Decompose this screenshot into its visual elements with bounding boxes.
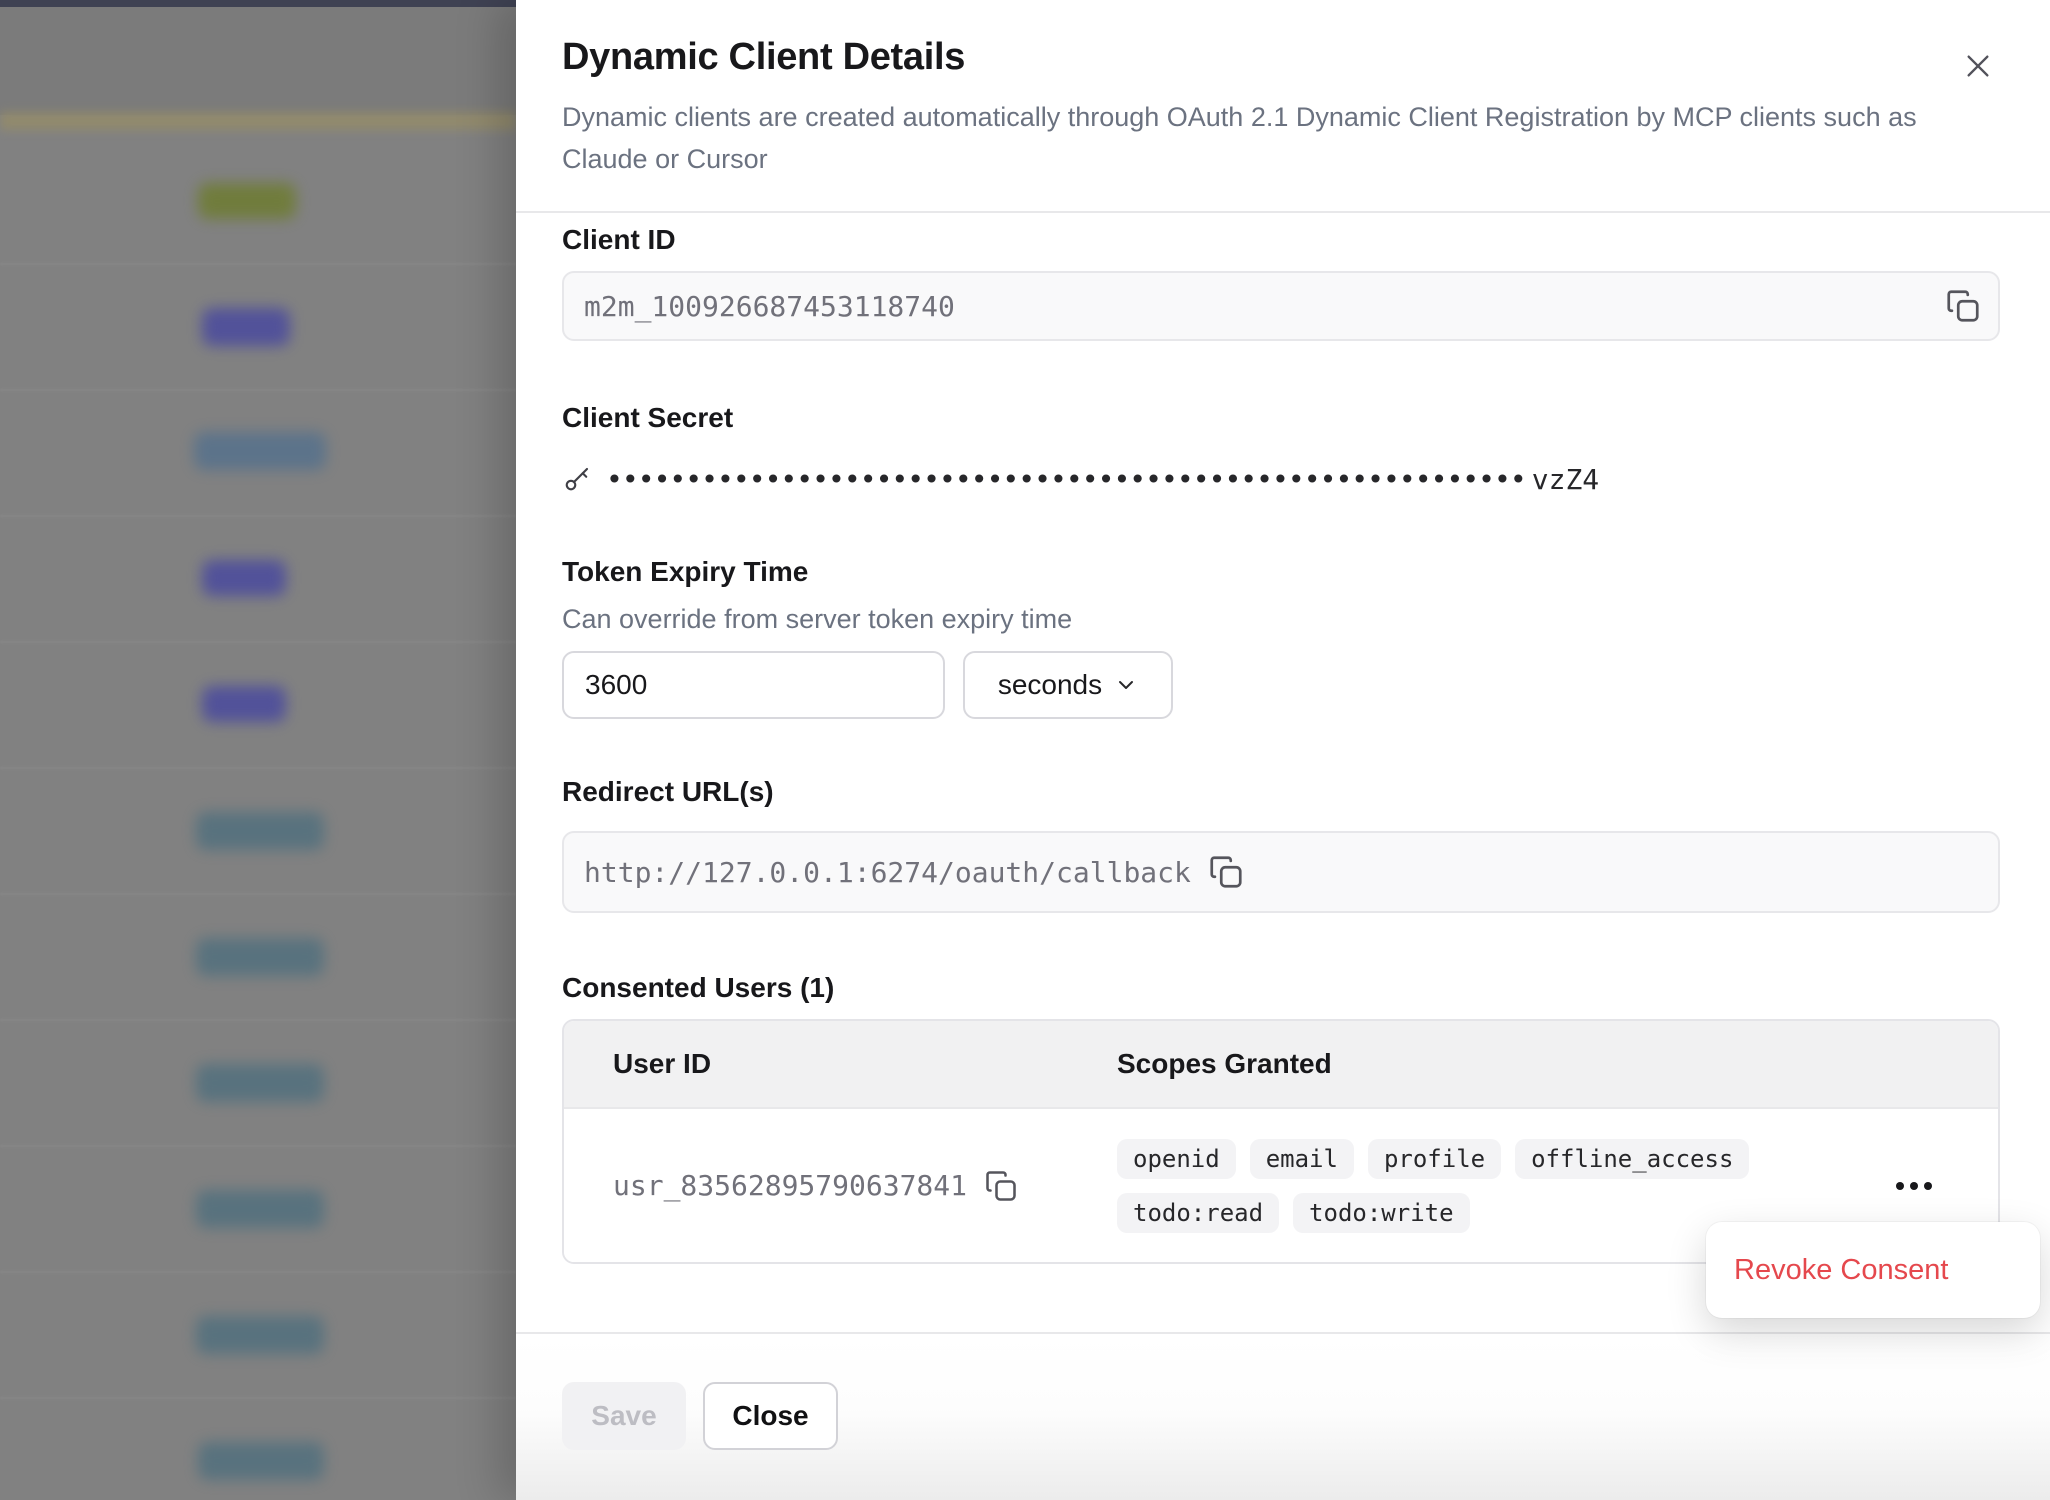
revoke-consent-menu-item[interactable]: Revoke Consent xyxy=(1734,1254,1948,1287)
client-id-label: Client ID xyxy=(562,223,2000,257)
token-expiry-label: Token Expiry Time xyxy=(562,555,2000,589)
blurred-row-divider xyxy=(0,893,516,895)
key-icon xyxy=(562,464,592,494)
scope-chip: offline_access xyxy=(1515,1139,1749,1179)
ellipsis-icon xyxy=(1896,1182,1904,1190)
blurred-row-divider xyxy=(0,1019,516,1021)
modal-description: Dynamic clients are created automaticall… xyxy=(562,96,1942,180)
modal-title: Dynamic Client Details xyxy=(562,34,2000,80)
copy-user-id-button[interactable] xyxy=(983,1168,1019,1204)
client-secret-suffix: vzZ4 xyxy=(1532,463,1599,496)
copy-icon xyxy=(983,1168,1019,1204)
table-header: User ID Scopes Granted xyxy=(564,1021,1998,1109)
blurred-row-divider xyxy=(0,389,516,391)
row-actions-menu-button[interactable] xyxy=(1888,1174,1940,1198)
blurred-row-divider xyxy=(0,515,516,517)
consented-users-label: Consented Users (1) xyxy=(562,971,2000,1005)
modal-header: Dynamic Client Details Dynamic clients a… xyxy=(516,0,2050,213)
copy-icon xyxy=(1207,853,1245,891)
blurred-row-divider xyxy=(0,1145,516,1147)
column-header-user-id: User ID xyxy=(564,1048,1117,1080)
copy-icon xyxy=(1944,287,1982,325)
token-expiry-help: Can override from server token expiry ti… xyxy=(562,603,2000,635)
token-expiry-value: 3600 xyxy=(585,669,647,701)
client-id-field: m2m_100926687453118740 xyxy=(562,271,2000,341)
backdrop-topbar xyxy=(0,0,516,7)
blurred-row-badge xyxy=(196,938,324,976)
user-id-cell: usr_83562895790637841 xyxy=(564,1168,1117,1204)
blurred-row-badge xyxy=(194,432,326,470)
close-icon xyxy=(1962,50,1994,82)
blurred-row-divider xyxy=(0,1397,516,1399)
scope-chip: todo:write xyxy=(1293,1193,1470,1233)
blurred-row-badge xyxy=(196,1190,324,1228)
client-secret-masked: ••••••••••••••••••••••••••••••••••••••••… xyxy=(606,463,1526,496)
scope-chip: email xyxy=(1250,1139,1354,1179)
blurred-row-badge xyxy=(202,308,290,346)
token-expiry-row: 3600 seconds xyxy=(562,651,2000,719)
modal-footer: Save Close xyxy=(516,1332,2050,1500)
blurred-row-divider xyxy=(0,263,516,265)
client-secret-label: Client Secret xyxy=(562,401,2000,435)
token-expiry-unit-value: seconds xyxy=(998,669,1102,701)
screen: Dynamic Client Details Dynamic clients a… xyxy=(0,0,2050,1500)
copy-redirect-url-button[interactable] xyxy=(1207,853,1245,891)
modal-content: Client ID m2m_100926687453118740 Client … xyxy=(516,213,2050,1264)
row-actions-menu: Revoke Consent xyxy=(1706,1222,2040,1318)
token-expiry-unit-select[interactable]: seconds xyxy=(963,651,1173,719)
client-id-value: m2m_100926687453118740 xyxy=(584,290,955,323)
blurred-row-badge xyxy=(202,686,286,722)
close-footer-button[interactable]: Close xyxy=(703,1382,838,1450)
column-header-scopes: Scopes Granted xyxy=(1117,1048,1998,1080)
blurred-row-badge xyxy=(198,1442,324,1480)
blurred-row-divider xyxy=(0,641,516,643)
redirect-urls-label: Redirect URL(s) xyxy=(562,775,2000,809)
backdrop-banner-edge xyxy=(0,112,516,130)
blurred-row-badge xyxy=(196,812,324,850)
chevron-down-icon xyxy=(1114,673,1138,697)
blurred-row-badge xyxy=(196,1316,324,1354)
blurred-row-badge xyxy=(198,183,296,219)
scope-chip: openid xyxy=(1117,1139,1236,1179)
backdrop-header-area xyxy=(0,7,516,115)
blurred-row-divider xyxy=(0,767,516,769)
redirect-url-field: http://127.0.0.1:6274/oauth/callback xyxy=(562,831,2000,913)
copy-client-id-button[interactable] xyxy=(1944,287,1982,325)
page-backdrop xyxy=(0,0,516,1500)
redirect-url-value: http://127.0.0.1:6274/oauth/callback xyxy=(584,856,1191,889)
blurred-row-badge xyxy=(202,560,286,596)
save-button[interactable]: Save xyxy=(562,1382,686,1450)
blurred-row-divider xyxy=(0,1271,516,1273)
scope-chip: profile xyxy=(1368,1139,1501,1179)
user-id-value: usr_83562895790637841 xyxy=(613,1169,967,1202)
scope-chip: todo:read xyxy=(1117,1193,1279,1233)
client-secret-row: ••••••••••••••••••••••••••••••••••••••••… xyxy=(562,461,2000,497)
close-button[interactable] xyxy=(1956,44,2000,88)
token-expiry-input[interactable]: 3600 xyxy=(562,651,945,719)
blurred-row-badge xyxy=(196,1064,324,1102)
